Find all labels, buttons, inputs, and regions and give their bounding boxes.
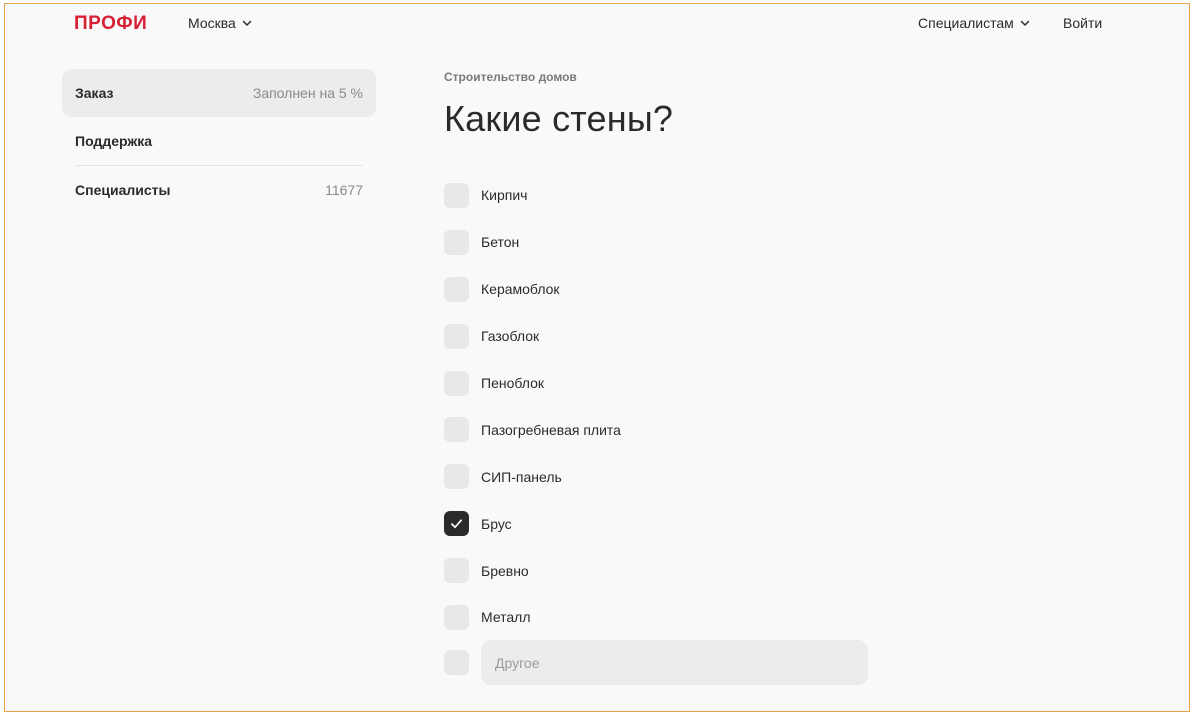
sidebar-item-support[interactable]: Поддержка bbox=[62, 117, 376, 165]
sidebar-item-specialists[interactable]: Специалисты 11677 bbox=[62, 166, 376, 214]
sidebar-item-order[interactable]: Заказ Заполнен на 5 % bbox=[62, 69, 376, 117]
order-progress: Заполнен на 5 % bbox=[252, 85, 363, 101]
breadcrumb: Строительство домов bbox=[444, 70, 577, 84]
other-option bbox=[444, 640, 884, 685]
logo[interactable]: ПРОФИ bbox=[74, 13, 147, 35]
option-checkbox[interactable] bbox=[444, 558, 469, 584]
option-label: Бетон bbox=[481, 234, 520, 251]
option-checkbox[interactable] bbox=[444, 182, 469, 208]
option-row[interactable]: Металл bbox=[444, 594, 884, 641]
city-label: Москва bbox=[188, 15, 236, 31]
header: ПРОФИ Москва Специалистам Войти bbox=[5, 4, 1189, 44]
other-input[interactable] bbox=[481, 640, 868, 685]
option-row[interactable]: Керамоблок bbox=[444, 266, 884, 313]
sidebar-item-label: Специалисты bbox=[75, 182, 171, 198]
option-row[interactable]: Газоблок bbox=[444, 313, 884, 360]
option-checkbox[interactable] bbox=[444, 229, 469, 255]
option-label: Бревно bbox=[481, 562, 529, 579]
option-label: Кирпич bbox=[481, 187, 528, 204]
main-content: Строительство домов Какие стены? Кирпич Б… bbox=[444, 70, 884, 685]
for-specialists-menu[interactable]: Специалистам bbox=[918, 15, 1030, 31]
city-selector[interactable]: Москва bbox=[188, 15, 252, 31]
sidebar: Заказ Заполнен на 5 % Поддержка Специали… bbox=[62, 69, 376, 214]
option-checkbox[interactable] bbox=[444, 511, 469, 537]
option-row[interactable]: Брус bbox=[444, 500, 884, 547]
page-title: Какие стены? bbox=[444, 98, 674, 139]
option-label: Керамоблок bbox=[481, 281, 560, 298]
option-label: Пеноблок bbox=[481, 375, 544, 391]
option-row[interactable]: Пазогребневая плита bbox=[444, 406, 884, 453]
option-row[interactable]: Кирпич bbox=[444, 172, 884, 219]
option-row[interactable]: СИП-панель bbox=[444, 453, 884, 500]
option-checkbox[interactable] bbox=[444, 323, 469, 349]
option-checkbox[interactable] bbox=[444, 464, 469, 490]
option-label: СИП-панель bbox=[481, 468, 562, 485]
chevron-down-icon bbox=[242, 20, 252, 26]
other-checkbox[interactable] bbox=[444, 650, 469, 675]
option-checkbox[interactable] bbox=[444, 370, 469, 396]
option-label: Газоблок bbox=[481, 328, 540, 345]
option-checkbox[interactable] bbox=[444, 276, 469, 302]
sidebar-item-label: Заказ bbox=[75, 85, 114, 101]
option-checkbox[interactable] bbox=[444, 417, 469, 443]
for-specialists-label: Специалистам bbox=[918, 15, 1014, 31]
page-frame: ПРОФИ Москва Специалистам Войти Заказ За… bbox=[4, 3, 1190, 712]
option-row[interactable]: Бетон bbox=[444, 219, 884, 266]
option-row[interactable]: Пеноблок bbox=[444, 360, 884, 407]
chevron-down-icon bbox=[1020, 20, 1030, 26]
option-label: Брус bbox=[481, 515, 512, 532]
option-label: Пазогребневая плита bbox=[481, 421, 621, 438]
login-link[interactable]: Войти bbox=[1063, 15, 1102, 31]
options-list: Кирпич Бетон Керамоблок Газоблок Пеноблок Паз… bbox=[444, 172, 884, 641]
check-icon bbox=[450, 519, 463, 529]
option-row[interactable]: Бревно bbox=[444, 547, 884, 594]
option-label: Металл bbox=[481, 609, 531, 626]
sidebar-item-label: Поддержка bbox=[75, 133, 153, 149]
option-checkbox[interactable] bbox=[444, 604, 469, 630]
specialists-count: 11677 bbox=[325, 182, 363, 198]
